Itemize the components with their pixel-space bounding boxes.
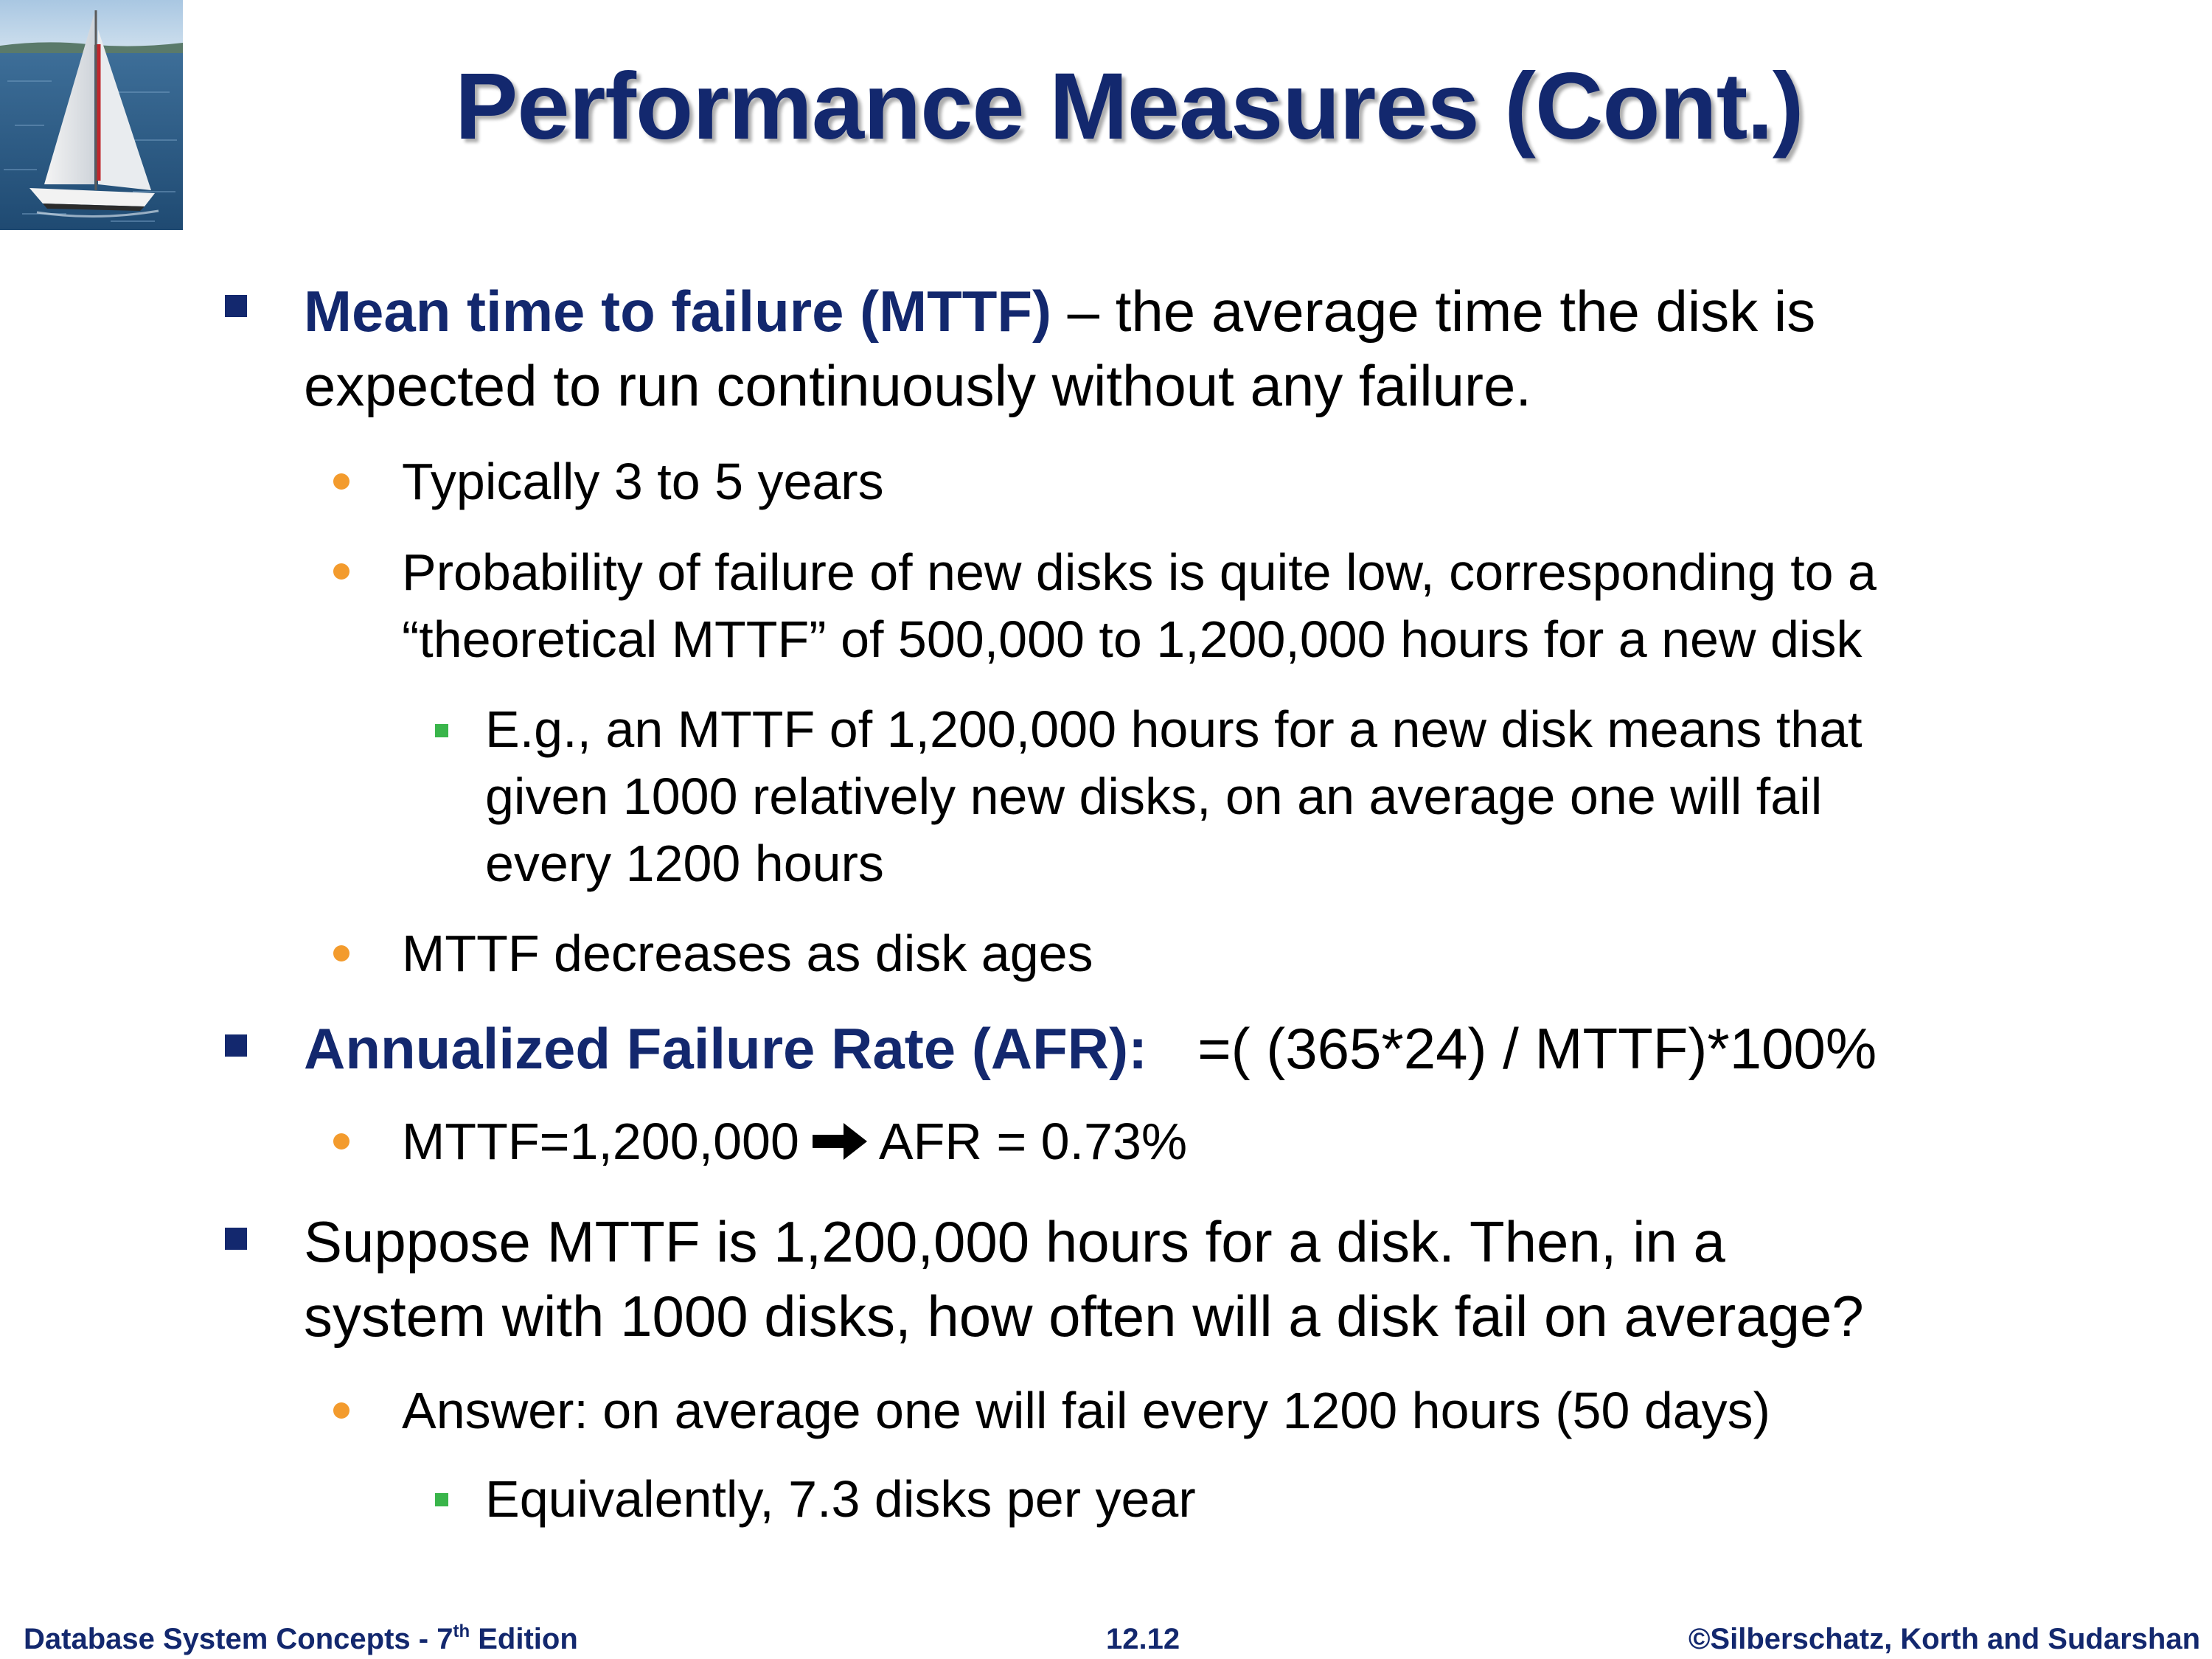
footer-edition: Edition [470,1623,578,1655]
mttf-line-2: expected to run continuously without any… [304,353,1532,418]
example-line-3: every 1200 hours [485,835,884,892]
mttf-line-1: Mean time to failure (MTTF) – the averag… [304,274,1815,348]
level1-bullet-icon [225,1228,247,1250]
footer-edition-sup: th [453,1621,470,1641]
example-line-1: E.g., an MTTF of 1,200,000 hours for a n… [485,700,1863,758]
footer-page-number: 12.12 [1106,1623,1180,1655]
level2-bullet-icon [333,945,349,961]
equivalently-item: Equivalently, 7.3 disks per year [485,1470,1196,1528]
level2-bullet-icon [333,1402,349,1419]
afr-line: Annualized Failure Rate (AFR): =( (365*24… [304,1012,1877,1085]
slide-title: Performance Measures (Cont.) [455,54,1804,159]
afr-term: Annualized Failure Rate (AFR): [304,1016,1148,1081]
mttf-definition: – the average time the disk is [1051,279,1816,344]
afr-example-left: MTTF=1,200,000 [402,1113,799,1170]
sailboat-logo [0,0,183,230]
footer-copyright: ©Silberschatz, Korth and Sudarshan [1688,1623,2200,1655]
example-line-2: given 1000 relatively new disks, on an a… [485,768,1823,825]
suppose-line-2: system with 1000 disks, how often will a… [304,1284,1864,1349]
level1-bullet-icon [225,1034,247,1057]
probability-line-2: “theoretical MTTF” of 500,000 to 1,200,0… [402,611,1863,668]
mttf-term: Mean time to failure (MTTF) [304,279,1051,344]
afr-example-right: AFR = 0.73% [878,1113,1188,1170]
level1-bullet-icon [225,295,247,317]
answer-item: Answer: on average one will fail every 1… [402,1382,1770,1439]
typically-item: Typically 3 to 5 years [402,453,884,510]
level2-bullet-icon [333,563,349,580]
level3-bullet-icon [435,1493,448,1506]
implies-arrow-icon [812,1123,867,1160]
probability-line-1: Probability of failure of new disks is q… [402,543,1877,601]
level2-bullet-icon [333,473,349,490]
afr-example-item: MTTF=1,200,000 AFR = 0.73% [402,1108,1187,1175]
decreases-item: MTTF decreases as disk ages [402,925,1093,982]
footer-book-name: Database System Concepts - 7 [24,1623,453,1655]
footer-book-title: Database System Concepts - 7th Edition [24,1621,578,1658]
afr-formula: =( (365*24) / MTTF)*100% [1197,1016,1877,1081]
suppose-line-1: Suppose MTTF is 1,200,000 hours for a di… [304,1209,1725,1274]
level3-bullet-icon [435,724,448,737]
level2-bullet-icon [333,1133,349,1150]
